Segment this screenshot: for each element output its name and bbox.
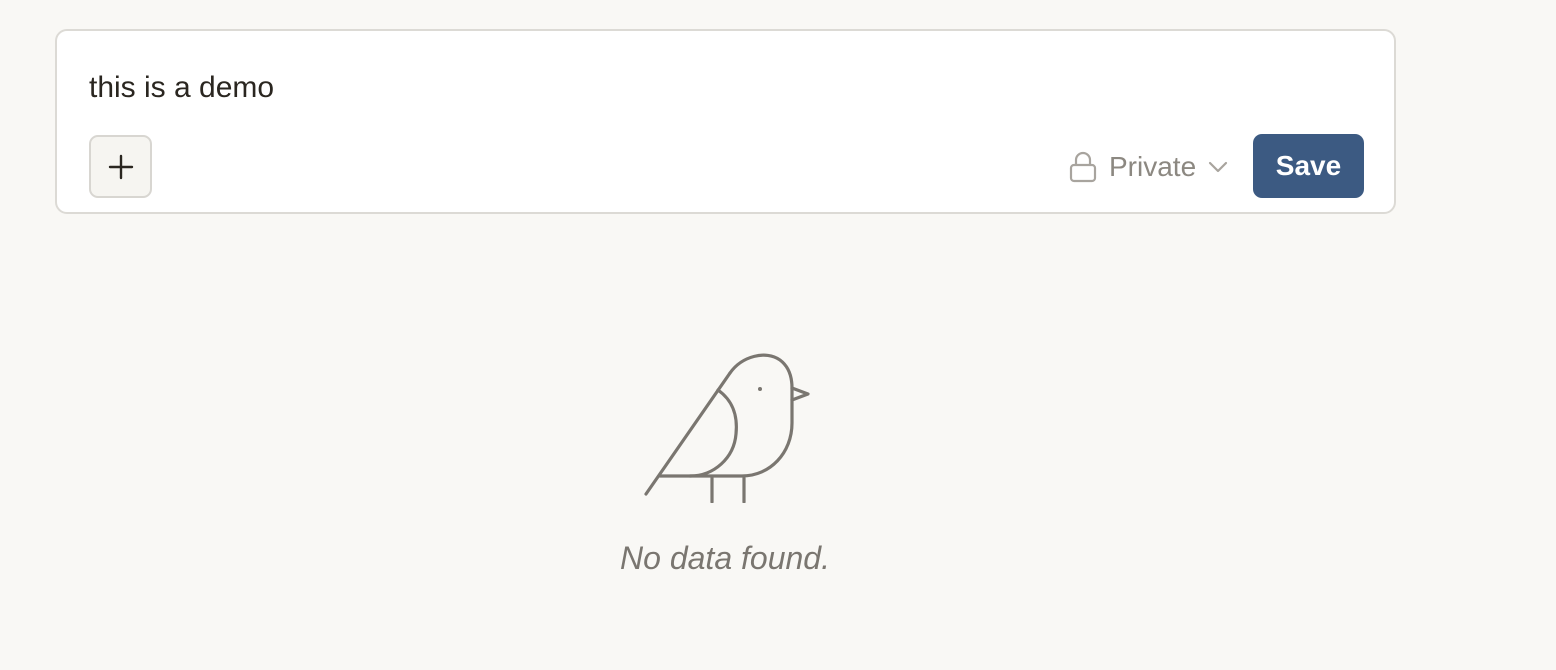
lock-icon [1069,151,1097,183]
note-composer: this is a demo Private Save [55,29,1396,214]
visibility-dropdown[interactable]: Private [1069,135,1228,198]
add-button[interactable] [89,135,152,198]
save-button[interactable]: Save [1253,134,1364,198]
empty-state: No data found. [560,340,890,590]
plus-icon [108,154,134,180]
bird-icon [642,348,814,508]
visibility-label: Private [1109,150,1197,182]
composer-text-input[interactable]: this is a demo [89,69,274,107]
chevron-down-icon [1208,161,1228,173]
empty-state-message: No data found. [620,540,830,576]
